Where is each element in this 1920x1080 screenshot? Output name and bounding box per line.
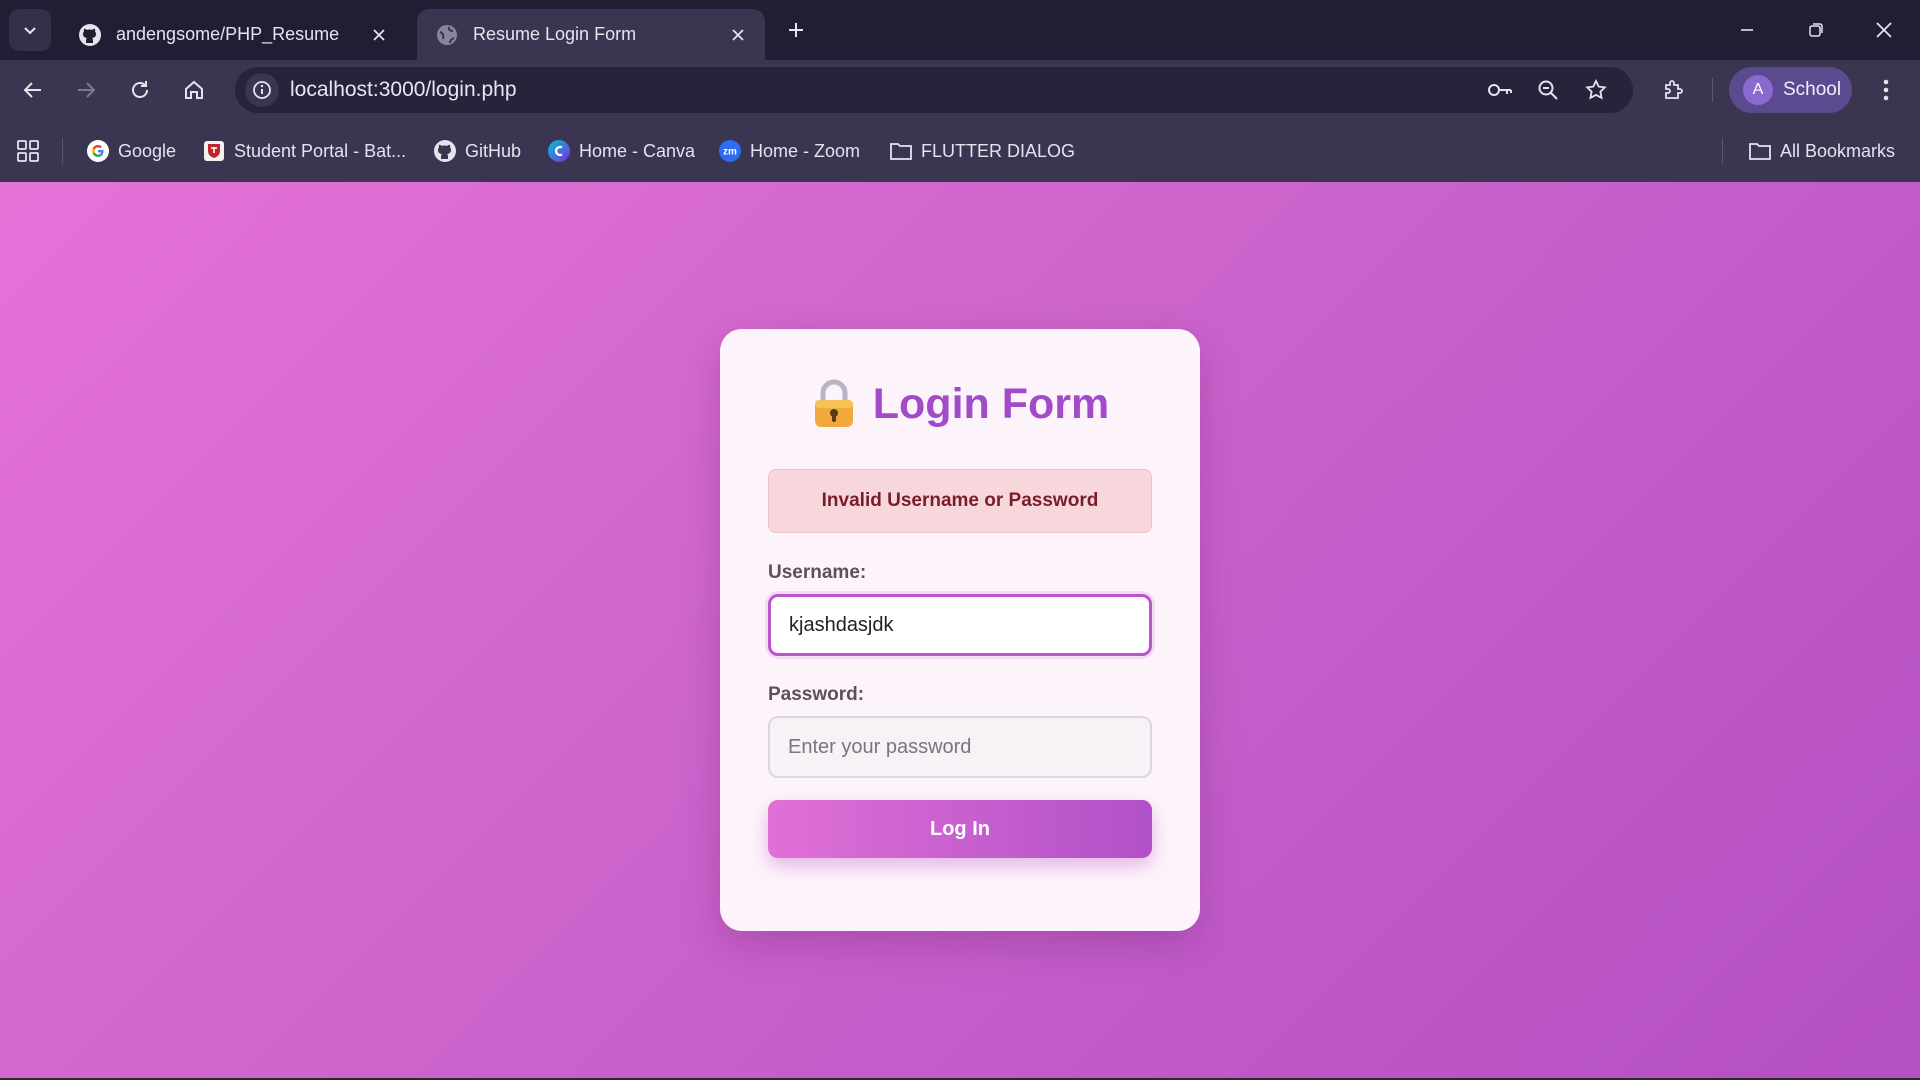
bookmark-label: FLUTTER DIALOG xyxy=(921,140,1076,161)
zoom-out-icon[interactable] xyxy=(1533,75,1563,105)
profile-button[interactable]: A School xyxy=(1729,67,1852,113)
canva-icon xyxy=(547,139,571,163)
bookmark-label: Home - Zoom xyxy=(750,140,861,161)
key-icon[interactable] xyxy=(1485,75,1515,105)
bookmark-label: GitHub xyxy=(465,140,522,161)
shield-crest-icon xyxy=(202,139,226,163)
page-background: Login Form Invalid Username or Password … xyxy=(0,182,1920,1080)
more-vert-icon xyxy=(1883,79,1889,101)
bookmark-canva[interactable]: Home - Canva xyxy=(547,136,695,166)
plus-icon xyxy=(789,23,803,37)
arrow-right-icon xyxy=(78,82,96,98)
back-button[interactable] xyxy=(15,72,51,108)
login-title: Login Form xyxy=(720,379,1200,429)
bookmark-google[interactable]: Google xyxy=(86,136,176,166)
reload-icon xyxy=(132,81,148,98)
all-bookmarks-button[interactable]: All Bookmarks xyxy=(1748,136,1895,166)
page-title: Login Form xyxy=(872,379,1110,428)
minimize-button[interactable] xyxy=(1725,8,1769,52)
close-icon[interactable] xyxy=(366,22,392,48)
google-icon xyxy=(86,139,110,163)
close-icon xyxy=(1876,22,1892,38)
url-text: localhost:3000/login.php xyxy=(290,78,517,101)
password-label: Password: xyxy=(768,684,865,705)
toolbar-divider xyxy=(1712,78,1713,102)
github-icon xyxy=(78,23,102,47)
login-card: Login Form Invalid Username or Password … xyxy=(720,329,1200,931)
bookmark-folder-flutter[interactable]: FLUTTER DIALOG xyxy=(889,136,1075,166)
globe-icon xyxy=(435,23,459,47)
home-button[interactable] xyxy=(176,72,212,108)
puzzle-icon xyxy=(1665,80,1683,99)
tab-title: Resume Login Form xyxy=(473,24,637,44)
svg-text:zm: zm xyxy=(723,147,737,158)
close-icon[interactable] xyxy=(725,22,751,48)
zoom-icon: zm xyxy=(718,139,742,163)
folder-icon xyxy=(1748,139,1772,163)
tab-resume-login[interactable]: Resume Login Form xyxy=(417,9,765,60)
profile-name: School xyxy=(1783,79,1842,100)
password-input[interactable] xyxy=(768,716,1152,778)
bookmark-github[interactable]: GitHub xyxy=(433,136,521,166)
bookmark-student-portal[interactable]: Student Portal - Bat... xyxy=(202,136,406,166)
lock-icon xyxy=(814,379,853,427)
tab-search-button[interactable] xyxy=(9,9,51,51)
bookmark-label: Student Portal - Bat... xyxy=(234,140,407,161)
github-icon xyxy=(433,139,457,163)
apps-grid-icon xyxy=(17,140,39,162)
address-bar[interactable]: localhost:3000/login.php xyxy=(235,67,1633,113)
reload-button[interactable] xyxy=(122,72,158,108)
restore-button[interactable] xyxy=(1794,8,1838,52)
tab-strip: andengsome/PHP_Resume Resume Login Form xyxy=(0,0,1920,60)
bookmark-label: Google xyxy=(118,140,177,161)
bookmark-zoom[interactable]: zm Home - Zoom xyxy=(718,136,860,166)
forward-button[interactable] xyxy=(68,72,104,108)
username-label: Username: xyxy=(768,562,867,583)
star-icon[interactable] xyxy=(1581,75,1611,105)
chevron-down-icon xyxy=(24,27,36,35)
restore-icon xyxy=(1809,23,1823,37)
minimize-icon xyxy=(1741,29,1753,31)
site-info-icon[interactable] xyxy=(245,73,279,107)
bookmarks-divider xyxy=(62,138,63,164)
menu-button[interactable] xyxy=(1868,72,1904,108)
login-button[interactable]: Log In xyxy=(768,800,1152,858)
bookmarks-divider xyxy=(1722,138,1723,164)
bookmarks-bar: Google Student Portal - Bat... GitHub Ho… xyxy=(0,120,1920,182)
extensions-button[interactable] xyxy=(1656,72,1692,108)
apps-button[interactable] xyxy=(16,136,40,166)
error-alert: Invalid Username or Password xyxy=(768,469,1152,533)
address-toolbar: localhost:3000/login.php A School xyxy=(0,60,1920,120)
new-tab-button[interactable] xyxy=(780,14,812,46)
folder-icon xyxy=(889,139,913,163)
avatar: A xyxy=(1743,75,1773,105)
arrow-left-icon xyxy=(23,82,41,98)
bookmark-label: Home - Canva xyxy=(579,140,696,161)
tab-github[interactable]: andengsome/PHP_Resume xyxy=(60,9,406,60)
close-window-button[interactable] xyxy=(1862,8,1906,52)
home-icon xyxy=(185,80,203,99)
tab-title: andengsome/PHP_Resume xyxy=(116,24,340,44)
username-input[interactable] xyxy=(768,594,1152,656)
all-bookmarks-label: All Bookmarks xyxy=(1780,140,1896,161)
